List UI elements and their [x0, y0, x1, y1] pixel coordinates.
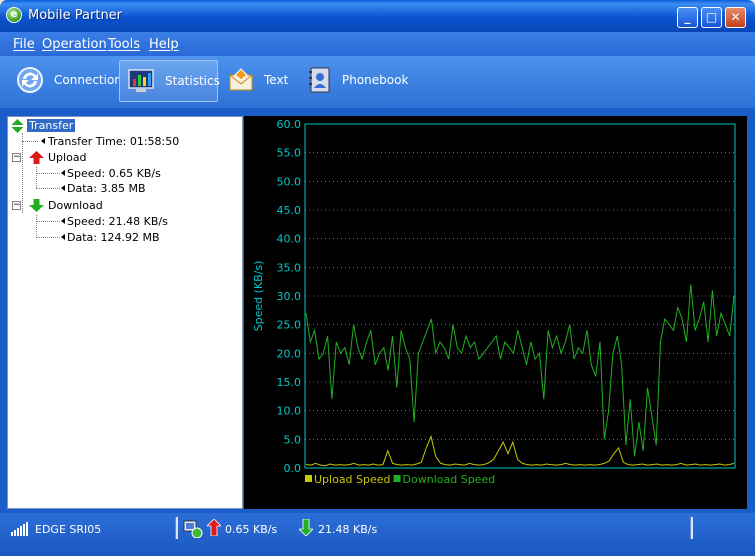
leaf-arrow-icon	[61, 170, 65, 176]
tree-download-data[interactable]: Data: 124.92 MB	[67, 231, 160, 244]
tree-transfer[interactable]: Transfer	[27, 119, 76, 132]
menu-operation[interactable]: Operation	[42, 37, 107, 52]
status-bar: EDGE SRI05 0.65 KB/s 21.48 KB/s	[0, 513, 755, 556]
tree-upload-data[interactable]: Data: 3.85 MB	[67, 182, 146, 195]
transfer-icon	[11, 119, 24, 133]
status-download-speed: 21.48 KB/s	[318, 523, 378, 536]
leaf-arrow-icon	[41, 138, 45, 144]
maximize-button[interactable]: □	[701, 7, 722, 28]
text-button[interactable]: Text	[220, 60, 290, 102]
legend-upload-swatch	[305, 475, 312, 482]
speed-chart: 0.0 5.0 10.0 15.0 20.0 25.0 30.0 35.0 40.0 45.0 50…	[244, 116, 747, 509]
tree-upload-speed[interactable]: Speed: 0.65 KB/s	[67, 167, 161, 180]
tree-transfer-time[interactable]: Transfer Time: 01:58:50	[48, 135, 179, 148]
status-upload-speed: 0.65 KB/s	[225, 523, 278, 536]
legend-download-swatch	[393, 475, 401, 482]
leaf-arrow-icon	[61, 218, 65, 224]
y-axis-label: Speed (KB/s)	[252, 261, 265, 332]
menu-bar: File Operation Tools Help	[0, 32, 755, 56]
statistics-button[interactable]: Statistics	[119, 60, 220, 102]
y-tick-label: 35.0	[277, 261, 302, 274]
close-button[interactable]: ✕	[725, 7, 746, 28]
connection-label: Connection	[54, 73, 122, 87]
phonebook-icon	[309, 67, 330, 93]
leaf-arrow-icon	[61, 234, 65, 240]
y-tick-label: 5.0	[284, 433, 302, 446]
y-tick-label: 10.0	[277, 405, 302, 418]
upload-arrow-icon	[29, 151, 44, 164]
y-tick-label: 40.0	[277, 233, 302, 246]
y-tick-label: 15.0	[277, 376, 302, 389]
title-bar[interactable]: e Mobile Partner _ □ ✕	[0, 0, 755, 32]
y-tick-label: 0.0	[284, 462, 302, 475]
status-separator	[175, 517, 178, 539]
network-connected-icon	[183, 520, 203, 538]
connection-button[interactable]: Connection	[9, 60, 122, 102]
y-tick-label: 55.0	[277, 147, 302, 160]
statistics-label: Statistics	[165, 74, 220, 88]
speed-chart-svg: 0.0 5.0 10.0 15.0 20.0 25.0 30.0 35.0 40.0 45.0 50…	[252, 118, 736, 486]
y-tick-label: 30.0	[277, 290, 302, 303]
tree-download-speed[interactable]: Speed: 21.48 KB/s	[67, 215, 168, 228]
legend-upload-label: Upload Speed	[314, 473, 391, 486]
mobile-partner-logo-icon: e	[6, 7, 22, 23]
upload-speed-line	[305, 434, 735, 467]
tree-download[interactable]: Download	[48, 199, 103, 212]
connection-icon	[17, 67, 43, 93]
text-message-icon	[229, 68, 253, 91]
toolbar: Connection Statistics Text Phonebook	[0, 56, 755, 108]
text-label: Text	[264, 73, 289, 87]
y-tick-label: 50.0	[277, 175, 302, 188]
menu-help[interactable]: Help	[149, 37, 179, 52]
window-title: Mobile Partner	[28, 8, 123, 23]
main-area: Transfer Transfer Time: 01:58:50 − Uploa…	[0, 108, 755, 513]
y-tick-label: 20.0	[277, 347, 302, 360]
menu-file[interactable]: File	[13, 37, 35, 52]
download-speed-line	[305, 284, 735, 457]
download-arrow-icon	[299, 519, 313, 536]
collapse-upload-button[interactable]: −	[12, 153, 21, 162]
y-tick-label: 45.0	[277, 204, 302, 217]
y-tick-label: 60.0	[277, 118, 302, 131]
upload-arrow-icon	[207, 519, 221, 536]
legend-download-label: Download Speed	[403, 473, 496, 486]
statistics-icon	[128, 69, 154, 92]
network-status: EDGE SRI05	[35, 523, 102, 536]
signal-strength-icon	[11, 522, 28, 536]
phonebook-label: Phonebook	[342, 73, 409, 87]
leaf-arrow-icon	[61, 185, 65, 191]
y-tick-label: 25.0	[277, 319, 302, 332]
menu-tools[interactable]: Tools	[108, 37, 140, 52]
tree-upload[interactable]: Upload	[48, 151, 87, 164]
minimize-button[interactable]: _	[677, 7, 698, 28]
statistics-tree: Transfer Transfer Time: 01:58:50 − Uploa…	[7, 116, 243, 509]
phonebook-button[interactable]: Phonebook	[298, 60, 408, 102]
download-arrow-icon	[29, 199, 44, 212]
status-separator	[690, 517, 693, 539]
collapse-download-button[interactable]: −	[12, 201, 21, 210]
